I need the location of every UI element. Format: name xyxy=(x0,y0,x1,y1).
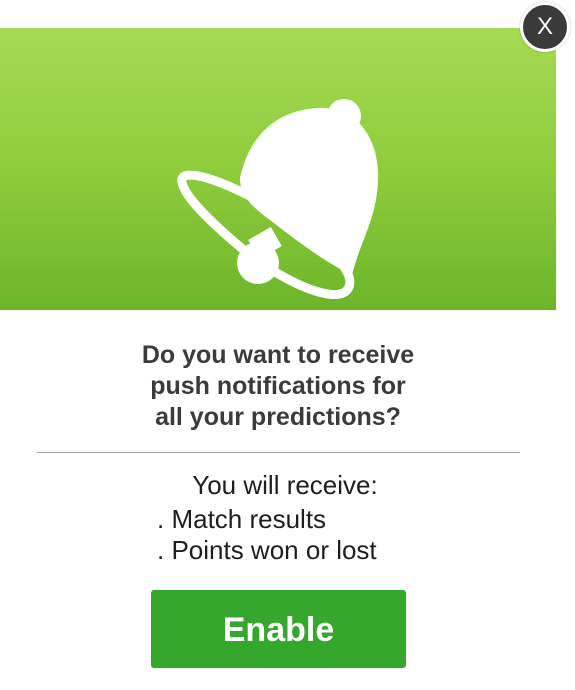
divider xyxy=(37,452,520,453)
benefit-list: . Match results . Points won or lost xyxy=(157,504,377,566)
list-item: . Points won or lost xyxy=(157,535,377,565)
bell-icon xyxy=(177,99,379,300)
notification-banner xyxy=(0,28,556,310)
question-line: all your predictions? xyxy=(155,403,401,431)
dialog-question: Do you want to receive push notification… xyxy=(40,340,516,433)
enable-button[interactable]: Enable xyxy=(151,590,406,668)
question-line: push notifications for xyxy=(150,372,406,400)
receive-label: You will receive: xyxy=(192,470,378,500)
list-item: . Match results xyxy=(157,504,327,534)
push-notification-dialog: X Do you want to receive push notificati… xyxy=(0,0,575,690)
close-button[interactable]: X xyxy=(520,2,570,52)
question-line: Do you want to receive xyxy=(141,341,415,369)
